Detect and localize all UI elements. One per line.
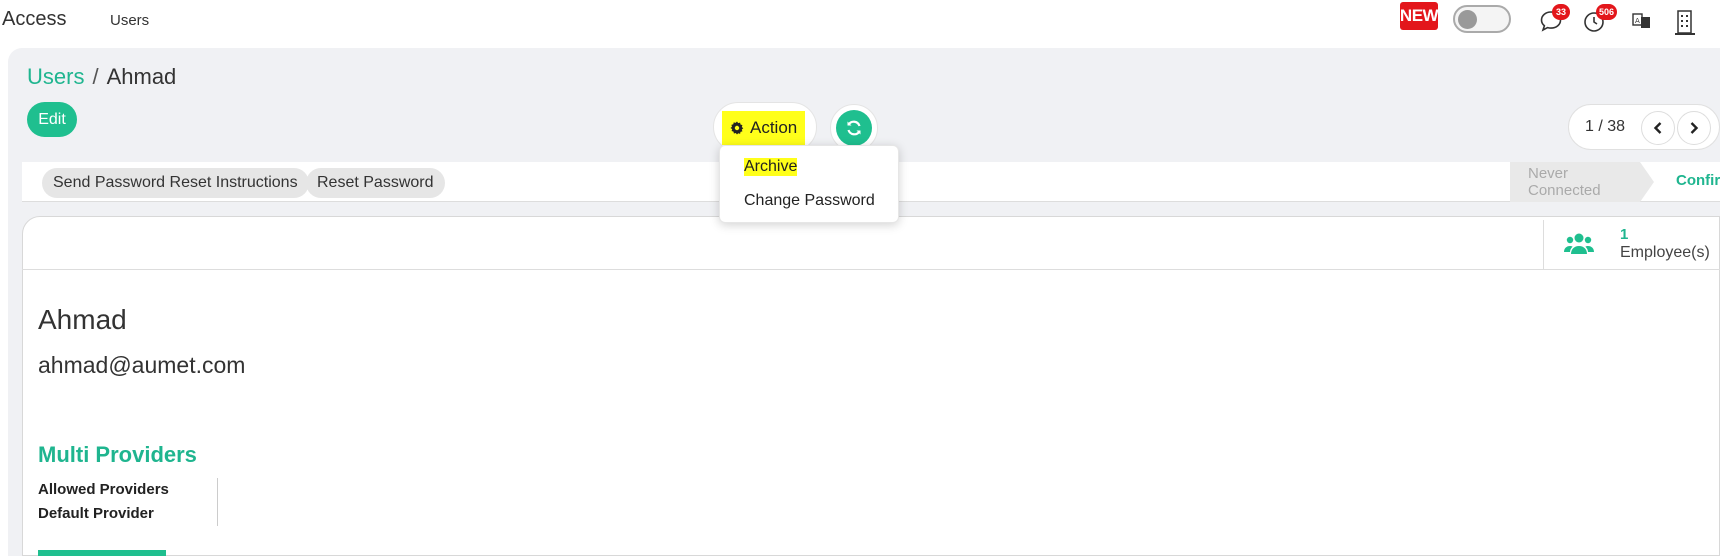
pager-next-button[interactable] xyxy=(1677,111,1711,145)
language-button[interactable]: A xyxy=(1630,8,1658,36)
menu-item-change-password[interactable]: Change Password xyxy=(744,192,875,210)
edit-button[interactable]: Edit xyxy=(27,102,77,137)
user-name: Ahmad xyxy=(38,304,127,335)
status-confirmed[interactable]: Confirm xyxy=(1676,172,1720,189)
field-divider xyxy=(217,478,218,526)
pager-value: 1 / 38 xyxy=(1585,118,1626,135)
field-label-allowed-providers: Allowed Providers xyxy=(38,481,169,498)
activities-count-badge: 506 xyxy=(1596,4,1618,20)
employees-count: 1 xyxy=(1620,226,1629,243)
svg-text:A: A xyxy=(1635,17,1640,25)
new-badge[interactable]: NEW xyxy=(1400,2,1439,30)
status-never-connected[interactable]: Never Connected xyxy=(1510,162,1640,202)
breadcrumb-current: Ahmad xyxy=(106,64,177,89)
messages-count-badge: 33 xyxy=(1552,4,1570,20)
reset-password-button[interactable]: Reset Password xyxy=(306,168,445,198)
app-title[interactable]: Access xyxy=(2,8,66,31)
chevron-right-icon xyxy=(1690,122,1699,134)
company-button[interactable] xyxy=(1672,8,1700,36)
users-icon xyxy=(1564,233,1594,254)
nav-menu-users[interactable]: Users xyxy=(110,12,149,29)
green-tab-bar xyxy=(38,550,166,556)
messages-button[interactable]: 33 xyxy=(1538,4,1570,36)
mode-toggle[interactable] xyxy=(1453,5,1511,33)
refresh-button[interactable] xyxy=(836,110,872,146)
action-label: Action xyxy=(750,118,798,137)
user-email: ahmad@aumet.com xyxy=(38,352,246,378)
field-label-default-provider: Default Provider xyxy=(38,505,154,522)
section-title: Multi Providers xyxy=(38,442,197,467)
breadcrumb: Users / Ahmad xyxy=(27,64,176,90)
action-button[interactable]: Action xyxy=(722,111,806,145)
building-icon xyxy=(1675,10,1695,35)
smart-button-box xyxy=(22,216,1720,270)
send-password-reset-button[interactable]: Send Password Reset Instructions xyxy=(42,168,309,198)
top-navbar: Access Users NEW 33 506 A xyxy=(0,0,1720,44)
status-arrow xyxy=(1640,162,1654,202)
employees-label: Employee(s) xyxy=(1620,244,1710,261)
refresh-icon xyxy=(847,120,861,136)
breadcrumb-separator: / xyxy=(92,64,99,89)
breadcrumb-users-link[interactable]: Users xyxy=(27,64,84,89)
pager: 1 / 38 xyxy=(1568,104,1720,150)
employees-smart-button[interactable]: 1 Employee(s) xyxy=(1543,220,1720,270)
chevron-left-icon xyxy=(1653,122,1662,134)
gear-icon xyxy=(730,121,744,135)
translate-icon: A xyxy=(1632,13,1650,28)
activities-button[interactable]: 506 xyxy=(1582,4,1618,36)
action-dropdown-menu: Archive Change Password xyxy=(719,145,899,223)
toggle-knob xyxy=(1458,10,1477,29)
menu-item-archive[interactable]: Archive xyxy=(744,158,798,176)
pager-previous-button[interactable] xyxy=(1641,111,1675,145)
